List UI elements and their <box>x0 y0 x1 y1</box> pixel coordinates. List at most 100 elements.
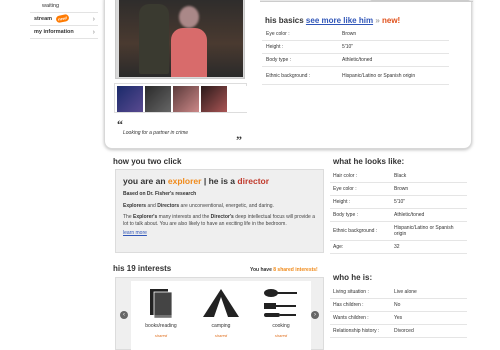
who-key: Living situation : <box>333 289 369 295</box>
research-note: Based on Dr. Fisher's research <box>123 191 316 198</box>
sidebar: waiting stream new! › my information › <box>30 0 98 39</box>
basics-key: Height : <box>266 44 284 50</box>
basics-table: Eye color : Brown Height : 5'10" Body type… <box>262 28 449 85</box>
photo-thumbnail[interactable] <box>117 86 143 112</box>
basics-key: Body type : <box>266 57 292 63</box>
who-row: Relationship history : Divorced <box>330 325 467 338</box>
basics-row: Ethnic background : Hispanic/Latino or Sp… <box>262 67 449 85</box>
looks-row: Age: 32 <box>330 241 467 254</box>
type-a: Explorers <box>123 202 147 209</box>
shared-interests-count: You have 8 shared interests! <box>250 267 318 273</box>
quote-close-icon: ” <box>236 133 242 147</box>
profile-card: “ Looking for a partner in crime ” his b… <box>104 0 473 149</box>
looks-value: Athletic/toned <box>394 212 425 218</box>
title-prefix: you are an <box>123 176 166 186</box>
who-value: No <box>394 302 401 308</box>
basics-row: Height : 5'10" <box>262 41 449 54</box>
looks-key: Body type : <box>333 212 359 218</box>
profile-quote: Looking for a partner in crime <box>123 130 189 136</box>
his-type: director <box>237 176 270 186</box>
interests-heading: his 19 interests <box>113 264 172 273</box>
type-b: Directors <box>157 202 180 209</box>
sidebar-item-my-information[interactable]: my information › <box>30 26 98 39</box>
interests-row: books/reading shared camping shared cook… <box>131 281 311 350</box>
basics-key: Eye color : <box>266 31 290 37</box>
books-icon <box>150 289 173 319</box>
click-heading: how you two click <box>113 157 182 166</box>
looks-value: 32 <box>394 244 400 250</box>
who-value: Live alone <box>394 289 417 295</box>
carousel-prev-icon[interactable]: ‹ <box>120 311 128 319</box>
learn-more-link[interactable]: learn more <box>123 230 316 236</box>
detail-mid: many interests and the <box>158 214 210 220</box>
sidebar-item-label: waiting <box>42 3 60 9</box>
basics-value: Athletic/toned <box>342 57 373 63</box>
your-type: explorer <box>167 176 202 186</box>
you-have-text: You have <box>250 267 272 273</box>
profile-action-bar <box>260 0 473 2</box>
compat-detail: The Explorer's many interests and the Di… <box>123 214 316 227</box>
photo-thumbnail[interactable] <box>173 86 199 112</box>
basics-value: Hispanic/Latino or Spanish origin <box>342 72 416 79</box>
compat-summary: Explorers and Directors are unconvention… <box>123 203 316 210</box>
who-heading: who he is: <box>333 273 373 282</box>
title-mid: | he is a <box>203 176 236 186</box>
photo-thumbnail <box>229 86 255 112</box>
basics-value: 5'10" <box>342 44 354 50</box>
who-value: Yes <box>394 315 403 321</box>
who-key: Relationship history : <box>333 328 380 334</box>
main-photo[interactable] <box>119 0 243 77</box>
chevron-right-icon: › <box>92 16 95 23</box>
detail-director: Director's <box>210 214 234 220</box>
basics-key: Ethnic background : <box>266 72 311 79</box>
photo-thumbnails <box>114 83 255 113</box>
who-table: Living situation : Live alone Has childre… <box>330 286 467 338</box>
looks-key: Height : <box>333 199 351 205</box>
looks-value: Brown <box>394 186 409 192</box>
interest-label: cooking <box>272 323 290 329</box>
who-key: Wants children : <box>333 315 369 321</box>
detail-the: The <box>123 214 132 220</box>
looks-key: Age: <box>333 244 344 250</box>
interest-item[interactable]: camping shared <box>195 287 247 350</box>
shared-count[interactable]: 8 shared interests! <box>273 267 317 273</box>
tent-icon <box>203 289 239 317</box>
detail-explorer: Explorer's <box>133 214 158 220</box>
chevron-right-icon: › <box>92 29 95 36</box>
research-text: Based on Dr. Fisher's research <box>123 191 197 197</box>
basics-title: his basics <box>265 16 304 25</box>
click-panel: you are an explorer | he is a director B… <box>115 169 324 253</box>
looks-key: Hair color : <box>333 173 358 179</box>
photo-thumbnail[interactable] <box>201 86 227 112</box>
new-badge: new! <box>54 13 70 24</box>
shared-tag: shared <box>274 333 288 338</box>
new-label: new! <box>382 16 401 25</box>
looks-value: 5'10" <box>394 199 406 205</box>
sidebar-item-waiting[interactable]: waiting <box>30 0 98 13</box>
looks-key: Eye color : <box>333 186 357 192</box>
sidebar-item-label: stream <box>34 16 53 22</box>
looks-row: Eye color : Brown <box>330 183 467 196</box>
shared-tag: shared <box>154 333 168 338</box>
basics-value: Brown <box>342 31 357 37</box>
photo-thumbnail[interactable] <box>145 86 171 112</box>
sidebar-item-stream[interactable]: stream new! › <box>30 13 98 26</box>
who-row: Living situation : Live alone <box>330 286 467 299</box>
see-more-link[interactable]: see more like him <box>306 16 373 25</box>
basics-row: Body type : Athletic/toned <box>262 54 449 67</box>
who-row: Has children : No <box>330 299 467 312</box>
click-title: you are an explorer | he is a director <box>123 176 316 186</box>
shared-tag: shared <box>214 333 228 338</box>
compat-traits: are unconventional, energetic, and darin… <box>180 202 274 209</box>
interest-item[interactable]: cooking shared <box>255 287 307 350</box>
conj: and <box>147 202 156 209</box>
looks-value: Black <box>394 173 407 179</box>
see-more-arrow: » <box>375 16 380 25</box>
looks-row: Height : 5'10" <box>330 196 467 209</box>
profile-action-button[interactable] <box>370 0 470 1</box>
looks-heading: what he looks like: <box>333 157 405 166</box>
carousel-next-icon[interactable]: › <box>311 311 319 319</box>
interest-item[interactable]: books/reading shared <box>135 287 187 350</box>
looks-value: Hispanic/Latino or Spanish origin <box>394 225 454 237</box>
interests-carousel: ‹ books/reading shared camping shared co… <box>115 277 324 350</box>
